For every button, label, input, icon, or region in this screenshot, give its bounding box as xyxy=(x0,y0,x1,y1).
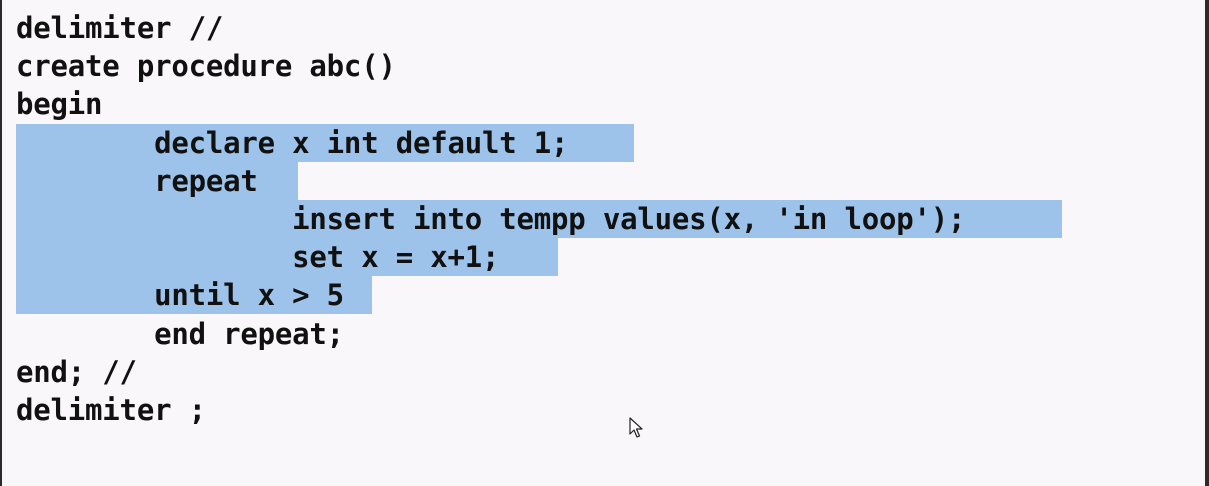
window-border xyxy=(1205,0,1209,486)
code-line-2: create procedure abc() xyxy=(16,49,396,83)
code-line-5: repeat xyxy=(16,164,258,198)
code-line-8: until x > 5 xyxy=(16,278,344,312)
code-line-6: insert into tempp values(x, 'in loop'); xyxy=(16,202,966,236)
code-line-10: end; // xyxy=(16,355,137,389)
code-line-7: set x = x+1; xyxy=(16,240,500,274)
code-line-4: declare x int default 1; xyxy=(16,126,569,160)
code-line-11: delimiter ; xyxy=(16,393,206,427)
code-line-1: delimiter // xyxy=(16,11,224,45)
arrow-pointer-icon xyxy=(629,417,643,438)
code-editor[interactable]: delimiter // create procedure abc() begi… xyxy=(2,0,1205,486)
code-line-3: begin xyxy=(16,87,103,121)
code-line-9: end repeat; xyxy=(16,317,344,351)
